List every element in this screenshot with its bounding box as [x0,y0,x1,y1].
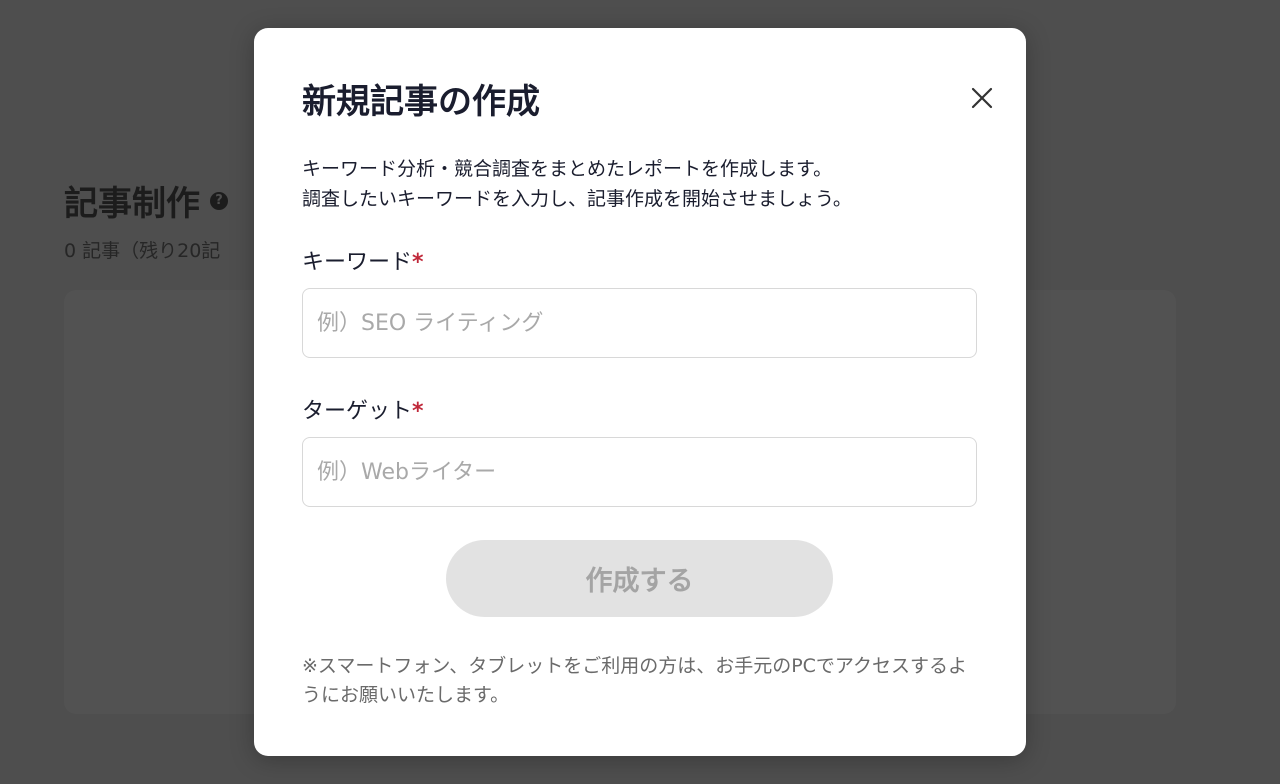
target-label: ターゲット [302,399,413,424]
target-required-mark: * [412,399,424,424]
create-button[interactable]: 作成する [446,540,833,617]
device-note: ※スマートフォン、タブレットをご利用の方は、お手元のPCでアクセスするようにお願… [302,655,967,706]
create-article-modal: 新規記事の作成 キーワード分析・競合調査をまとめたレポートを作成します。 調査し… [254,28,1026,756]
close-button[interactable] [968,84,996,112]
description-line-2: 調査したいキーワードを入力し、記事作成を開始させましょう。 [302,188,852,210]
keyword-required-mark: * [412,250,424,275]
keyword-label-wrapper: キーワード* [302,244,424,276]
modal-description: キーワード分析・競合調査をまとめたレポートを作成します。 調査したいキーワードを… [302,154,852,214]
target-label-wrapper: ターゲット* [302,393,424,425]
keyword-label: キーワード [302,250,413,275]
keyword-input[interactable] [302,288,977,358]
target-input[interactable] [302,437,977,507]
description-line-1: キーワード分析・競合調査をまとめたレポートを作成します。 [302,158,833,180]
modal-title: 新規記事の作成 [302,82,540,122]
close-icon [971,87,993,109]
